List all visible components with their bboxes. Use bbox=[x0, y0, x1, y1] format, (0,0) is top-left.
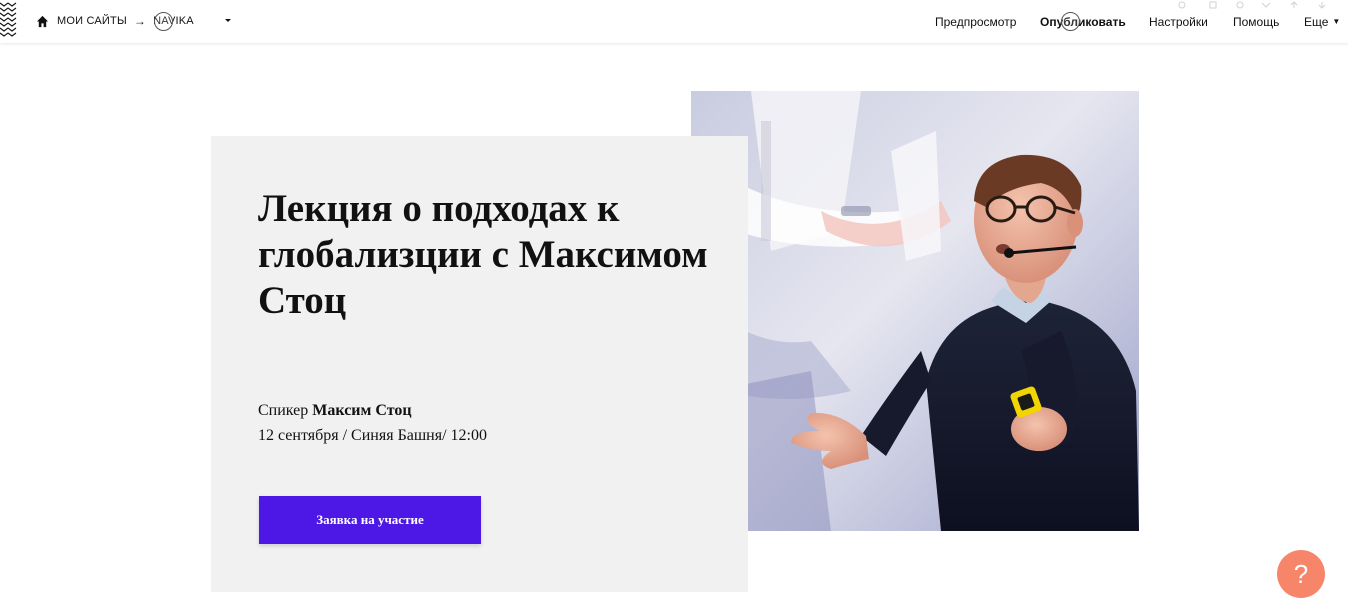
speaker-photo-image bbox=[691, 91, 1139, 531]
cursor-indicator bbox=[1061, 12, 1080, 31]
speaker-prefix: Спикер bbox=[258, 402, 313, 419]
register-button[interactable]: Заявка на участие bbox=[259, 496, 481, 544]
nav-more[interactable]: Еще ▼ bbox=[1304, 15, 1340, 29]
editor-topbar: МОИ САЙТЫ → NAVIKA Предпросмотр Опублико… bbox=[0, 0, 1348, 43]
breadcrumb-arrow-icon: → bbox=[133, 14, 147, 28]
event-info: 12 сентября / Синяя Башня/ 12:00 bbox=[258, 427, 487, 444]
faded-toolbar-icons bbox=[1178, 1, 1326, 9]
nav-settings[interactable]: Настройки bbox=[1149, 15, 1208, 29]
nav-more-label: Еще bbox=[1304, 14, 1329, 29]
home-icon[interactable] bbox=[36, 15, 49, 28]
logo-icon[interactable] bbox=[0, 0, 18, 43]
cursor-indicator bbox=[154, 12, 173, 31]
help-button[interactable]: ? bbox=[1277, 550, 1325, 598]
speaker-line: Спикер Максим Стоц bbox=[258, 401, 412, 421]
breadcrumb-my-sites[interactable]: МОИ САЙТЫ bbox=[57, 15, 127, 27]
hero-title: Лекция о подходах к глобализции с Максим… bbox=[258, 187, 708, 322]
nav-publish[interactable]: Опубликовать bbox=[1040, 15, 1126, 29]
chevron-down-icon: ▼ bbox=[1332, 17, 1341, 26]
hero-card: Лекция о подходах к глобализции с Максим… bbox=[211, 136, 748, 592]
speaker-name: Максим Стоц bbox=[312, 402, 412, 419]
question-icon: ? bbox=[1293, 558, 1309, 589]
nav-preview[interactable]: Предпросмотр bbox=[935, 15, 1016, 29]
nav-help[interactable]: Помощь bbox=[1233, 15, 1279, 29]
site-dropdown-caret-icon[interactable] bbox=[223, 15, 233, 25]
speaker-photo bbox=[691, 91, 1139, 531]
